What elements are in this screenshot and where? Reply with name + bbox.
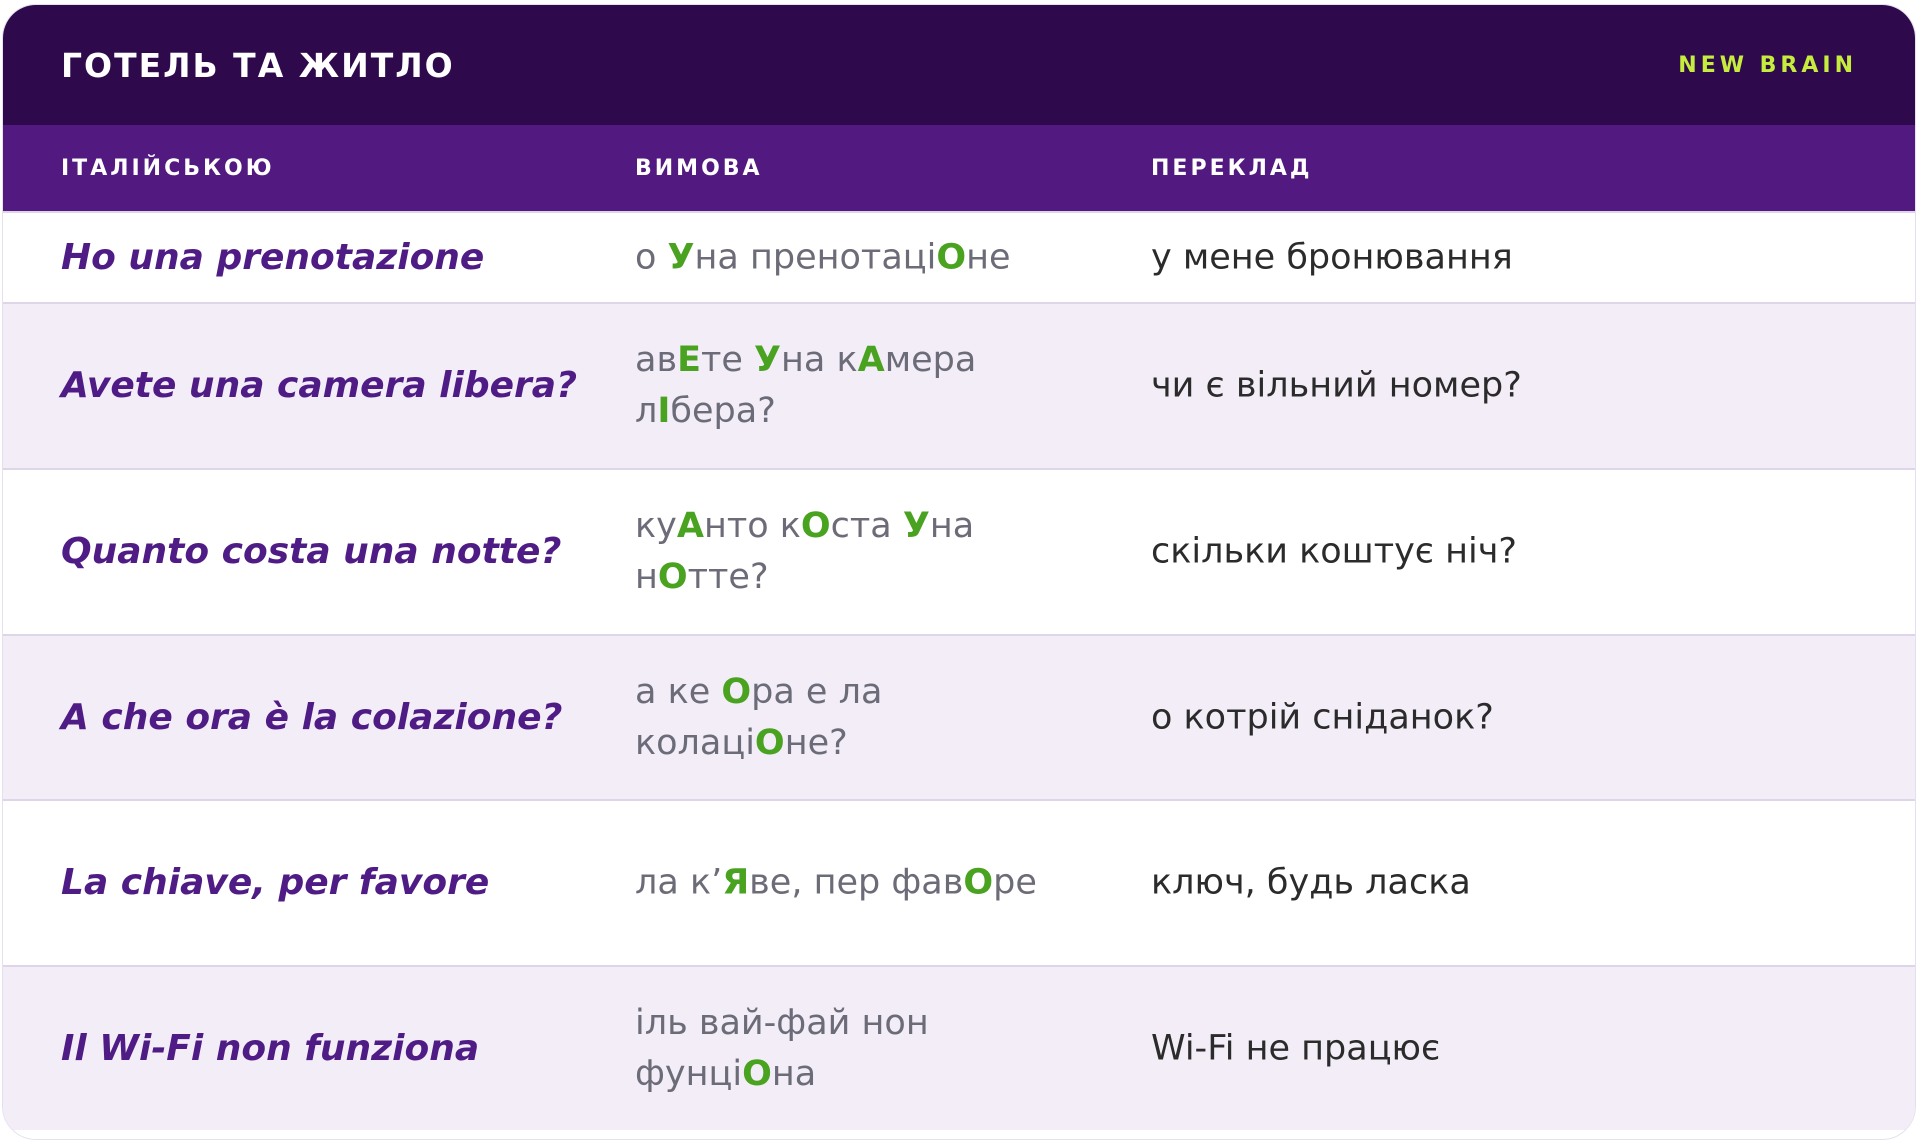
translation-text: чи є вільний номер? — [1151, 365, 1522, 406]
stressed-vowel: О — [800, 506, 831, 546]
translation-text: у мене бронювання — [1151, 237, 1513, 277]
pronunciation-segment: ав — [635, 340, 678, 380]
pronunciation-segment: на к — [781, 340, 858, 380]
phrase-table-card: ГОТЕЛЬ ТА ЖИТЛО NEW BRAIN ІТАЛІЙСЬКОЮ ВИ… — [2, 4, 1916, 1140]
italian-phrase: Il Wi-Fi non funziona — [61, 1027, 480, 1069]
stressed-vowel: І — [657, 391, 671, 431]
pronunciation-text: а ке Ора е ла колаціОне? — [635, 667, 1085, 769]
stressed-vowel: Е — [677, 340, 701, 380]
stressed-vowel: О — [963, 862, 994, 903]
pronunciation-text: куАнто кОста Уна нОтте? — [635, 501, 1085, 603]
column-header-italian: ІТАЛІЙСЬКОЮ — [61, 155, 275, 181]
table-row: Quanto costa una notte? куАнто кОста Уна… — [3, 468, 1915, 634]
pronunciation-segment: ста — [830, 506, 903, 546]
pronunciation-text: іль вай-фай нон фунціОна — [635, 998, 1085, 1100]
table-row: La chiave, per favore ла к’Яве, пер фавО… — [3, 799, 1915, 965]
pronunciation-segment: тте? — [687, 557, 769, 597]
stressed-vowel: Я — [722, 862, 750, 903]
stressed-vowel: А — [676, 506, 704, 546]
table-title: ГОТЕЛЬ ТА ЖИТЛО — [61, 45, 455, 85]
table-row: A che ora è la colazione? а ке Ора е ла … — [3, 634, 1915, 799]
pronunciation-segment: на пренотаці — [694, 237, 937, 277]
stressed-vowel: У — [667, 237, 695, 277]
pronunciation-segment: о — [635, 237, 668, 277]
translation-text: скільки коштує ніч? — [1151, 531, 1517, 572]
stressed-vowel: У — [902, 506, 930, 546]
italian-phrase: Avete una camera libera? — [61, 365, 577, 406]
stressed-vowel: О — [721, 671, 752, 712]
pronunciation-segment: а ке — [635, 671, 722, 712]
column-headers: ІТАЛІЙСЬКОЮ ВИМОВА ПЕРЕКЛАД — [3, 125, 1915, 211]
stressed-vowel: О — [754, 722, 785, 763]
pronunciation-segment: ве, пер фав — [749, 862, 964, 903]
table-row: Ho una prenotazione о Уна пренотаціОне у… — [3, 211, 1915, 302]
pronunciation-text: о Уна пренотаціОне — [635, 232, 1085, 283]
stressed-vowel: А — [857, 340, 885, 380]
translation-text: о котрій сніданок? — [1151, 697, 1494, 737]
pronunciation-segment: ре — [993, 862, 1037, 903]
pronunciation-segment: бера? — [670, 391, 776, 431]
pronunciation-segment: ла к’ — [635, 862, 723, 903]
translation-text: Wi-Fi не працює — [1151, 1028, 1441, 1068]
pronunciation-segment: нто к — [703, 506, 801, 546]
pronunciation-text: авЕте Уна кАмера лІбера? — [635, 335, 1085, 437]
pronunciation-segment: ку — [635, 506, 677, 546]
stressed-vowel: У — [754, 340, 782, 380]
translation-text: ключ, будь ласка — [1151, 862, 1471, 903]
italian-phrase: A che ora è la colazione? — [61, 696, 563, 738]
stressed-vowel: О — [657, 557, 688, 597]
table-header-bar: ГОТЕЛЬ ТА ЖИТЛО NEW BRAIN — [3, 5, 1915, 125]
pronunciation-segment: не? — [784, 722, 848, 763]
stressed-vowel: О — [742, 1053, 772, 1094]
pronunciation-segment: те — [701, 340, 755, 380]
column-header-translation: ПЕРЕКЛАД — [1151, 155, 1313, 181]
italian-phrase: Quanto costa una notte? — [61, 531, 562, 572]
italian-phrase: La chiave, per favore — [61, 862, 490, 903]
pronunciation-text: ла к’Яве, пер фавОре — [635, 858, 1085, 909]
brand-logo-text: NEW BRAIN — [1678, 52, 1857, 78]
stressed-vowel: О — [936, 237, 967, 277]
italian-phrase: Ho una prenotazione — [61, 236, 485, 278]
column-header-pronunciation: ВИМОВА — [635, 155, 763, 181]
pronunciation-segment: на — [771, 1053, 817, 1094]
pronunciation-segment: не — [966, 237, 1011, 277]
table-row: Il Wi-Fi non funziona іль вай-фай нон фу… — [3, 965, 1915, 1130]
table-row: Avete una camera libera? авЕте Уна кАмер… — [3, 302, 1915, 468]
